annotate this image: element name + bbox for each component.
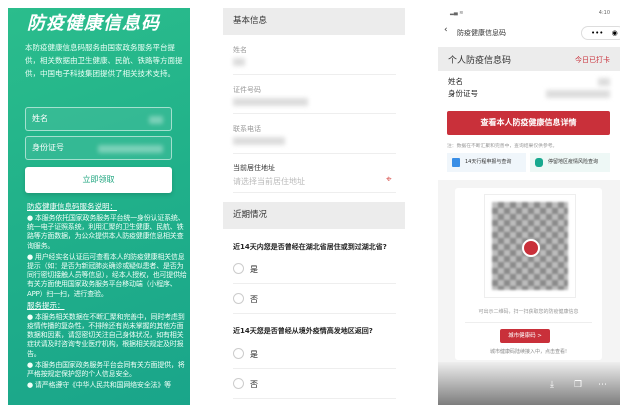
id-value — [546, 90, 610, 98]
phone-label: 联系电话 — [233, 125, 261, 133]
bottom-toolbar: ⤓ ❐ ⋯ — [438, 362, 620, 405]
bullet: ● 用户经实名认证后可查看本人的防疫健康相关信息提示（如：是否为新冠肺炎确诊或疑… — [27, 252, 187, 298]
radio-yes[interactable] — [233, 263, 244, 274]
checkin-status: 今日已打卡 — [575, 56, 610, 64]
id-label: 身份证号 — [32, 143, 64, 152]
divider — [465, 322, 592, 323]
chip-label: 停留地区疫情风险查询 — [548, 159, 599, 165]
recent-header: 近期情况 — [223, 202, 405, 229]
note: 注：数据在不断汇聚和完善中，查询结果仅供参考。 — [447, 144, 558, 149]
divider — [233, 113, 396, 114]
view-details-button[interactable]: 查看本人防疫健康信息详情 — [447, 111, 610, 135]
bullet: ● 请严格遵守《中华人民共和国网络安全法》等 — [27, 381, 171, 390]
id-label: 身份证号 — [448, 89, 478, 98]
city-note: 城市健康码陆续接入中，点击查看! — [489, 349, 567, 355]
option-label: 否 — [250, 295, 258, 304]
service-notes: 防疫健康信息码服务说明： ● 本服务依托国家政务服务平台统一身份认证系统、统一电… — [27, 202, 187, 390]
info-form-screen: 基本信息 姓名 证件号码 联系电话 当前居住地址 请选择当前居住地址 ⌖ 近期情… — [223, 8, 405, 405]
city-health-code-button[interactable]: 城市健康码 > — [500, 329, 550, 343]
page-title: 防疫健康信息码 — [27, 13, 160, 34]
basic-info-header: 基本信息 — [223, 8, 405, 35]
divider — [233, 192, 396, 193]
id-field[interactable]: 身份证号 — [25, 136, 172, 160]
qr-caption: 可出示二维码，扫一扫获取您的防疫健康信息 — [478, 309, 579, 315]
address-label: 当前居住地址 — [233, 164, 275, 172]
id-label: 证件号码 — [233, 86, 261, 94]
itinerary-query-button[interactable]: 14天行程申报与查询 — [447, 153, 526, 172]
emblem-icon — [522, 239, 540, 257]
name-value — [149, 116, 163, 124]
radio-no[interactable] — [233, 293, 244, 304]
id-value — [98, 145, 163, 153]
back-icon[interactable]: ‹ — [444, 25, 448, 35]
name-value — [598, 78, 610, 86]
nav-title: 防疫健康信息码 — [457, 29, 506, 37]
window-icon[interactable]: ❐ — [574, 380, 582, 390]
qr-card: 可出示二维码，扫一扫获取您的防疫健康信息 城市健康码 > 城市健康码陆续接入中，… — [455, 188, 602, 360]
option-label: 是 — [250, 350, 258, 359]
health-code-screen: ▂▄ ≋ 4:10 ‹ 防疫健康信息码 ••• ◉ 个人防疫信息码 今日已打卡 … — [438, 8, 620, 405]
more-icon[interactable]: ⋯ — [598, 380, 607, 390]
address-picker[interactable]: 请选择当前居住地址 — [233, 176, 305, 187]
bullet: ● 本服务相关数据在不断汇聚和完善中，同时考虑到疫情传播的复杂性，不排除还有尚未… — [27, 312, 185, 358]
id-value — [233, 98, 308, 106]
radio-no[interactable] — [233, 378, 244, 389]
divider — [233, 283, 396, 284]
option-label: 是 — [250, 265, 258, 274]
status-time: 4:10 — [598, 10, 610, 16]
divider — [233, 153, 396, 154]
signal-icon: ▂▄ ≋ — [450, 10, 464, 16]
name-label: 姓名 — [448, 77, 463, 86]
divider — [233, 368, 396, 369]
card-title: 个人防疫信息码 — [448, 56, 512, 66]
divider — [233, 398, 396, 399]
name-field[interactable]: 姓名 — [25, 107, 172, 131]
question: 近14天您是否曾经从境外疫情高发地区返回? — [233, 327, 373, 335]
name-label: 姓名 — [233, 46, 247, 54]
health-code-apply-screen: 防疫健康信息码 本防疫健康信息码服务由国家政务服务平台提供，相关数据由卫生健康、… — [8, 8, 190, 405]
option-label: 否 — [250, 380, 258, 389]
download-icon[interactable]: ⤓ — [550, 380, 554, 390]
radio-yes[interactable] — [233, 348, 244, 359]
qr-code[interactable] — [484, 194, 576, 298]
bullet: ● 本服务由国家政务服务平台会同有关方面提供，将严格按规定保护您的个人信息安全。 — [27, 360, 185, 379]
service-tips-link[interactable]: 服务提示： — [27, 301, 187, 311]
miniprogram-capsule[interactable]: ••• ◉ — [581, 26, 620, 40]
phone-value — [233, 137, 285, 145]
question: 近14天内您是否曾经在湖北省居住或到过湖北省? — [233, 243, 387, 251]
service-description-link[interactable]: 防疫健康信息码服务说明： — [27, 202, 187, 212]
claim-button[interactable]: 立即领取 — [25, 167, 172, 193]
card-header: 个人防疫信息码 今日已打卡 — [438, 47, 620, 71]
document-icon — [452, 158, 460, 167]
chip-label: 14天行程申报与查询 — [465, 159, 512, 165]
name-value — [233, 58, 245, 66]
risk-area-query-button[interactable]: 停留地区疫情风险查询 — [530, 153, 610, 172]
location-pin-icon[interactable]: ⌖ — [386, 174, 392, 185]
name-label: 姓名 — [32, 114, 48, 123]
shield-icon — [535, 158, 543, 167]
intro-text: 本防疫健康信息码服务由国家政务服务平台提供，相关数据由卫生健康、民航、铁路等方面… — [25, 43, 183, 78]
close-icon[interactable]: ◉ — [612, 29, 618, 37]
divider — [233, 74, 396, 75]
divider — [233, 313, 396, 314]
bullet: ● 本服务依托国家政务服务平台统一身份认证系统、统一电子证照系统，利用汇聚的卫生… — [27, 214, 185, 250]
more-icon[interactable]: ••• — [591, 29, 603, 37]
